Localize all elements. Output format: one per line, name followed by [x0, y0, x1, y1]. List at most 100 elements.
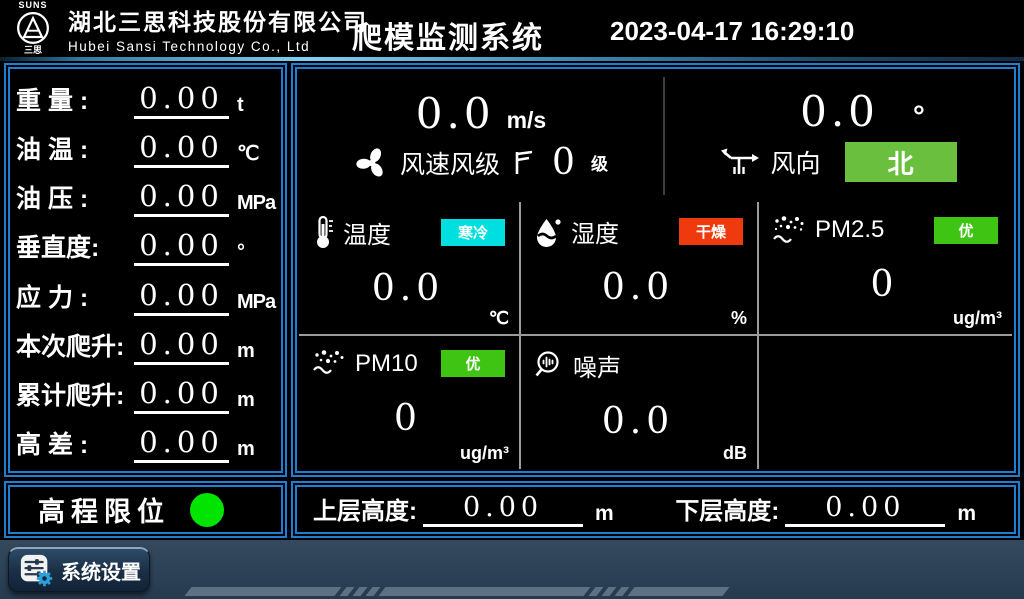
wind-direction-block: 0.0 ° 风向	[663, 71, 1012, 202]
upper-height-unit: m	[595, 502, 614, 529]
lower-height-group: 下层高度: 0.00 m	[675, 491, 976, 529]
lower-height-value: 0.00	[785, 492, 945, 527]
pm10-particles-icon	[311, 348, 347, 380]
settings-gear-icon	[19, 553, 53, 587]
wind-speed-unit: m/s	[507, 107, 547, 134]
metric-value: 0.00	[134, 130, 229, 168]
wind-level-flag-icon	[510, 147, 536, 179]
datetime-display: 2023-04-17 16:29:10	[610, 16, 854, 47]
elevation-limit-status-indicator	[190, 493, 224, 527]
status-badge: 优	[441, 350, 505, 377]
sensor-unit: %	[731, 308, 747, 329]
wind-vane-icon	[718, 145, 760, 179]
metric-value: 0.00	[134, 278, 229, 316]
upper-height-value: 0.00	[423, 492, 583, 527]
sensor-name: 噪声	[573, 348, 621, 383]
status-badge: 寒冷	[441, 219, 505, 246]
metric-unit: t	[237, 94, 275, 121]
sensor-unit: ug/m³	[953, 308, 1002, 329]
sensor-value: 0	[311, 398, 505, 439]
settings-button-label: 系统设置	[61, 556, 141, 585]
metric-label: 累计爬升:	[16, 376, 134, 416]
lower-height-unit: m	[957, 502, 976, 529]
metric-unit: m	[237, 340, 275, 367]
wind-level-unit: 级	[591, 150, 608, 175]
fan-icon	[354, 145, 390, 181]
sensor-name: 湿度	[571, 214, 619, 249]
metric-label: 重 量 :	[16, 81, 134, 121]
footer-bar: 系统设置	[0, 540, 1024, 599]
metric-row-current-climb: 本次爬升: 0.00 m	[16, 321, 275, 367]
header-accent-line	[0, 57, 1024, 61]
metric-value: 0.00	[134, 179, 229, 217]
sensor-value: 0	[771, 264, 998, 305]
metric-value: 0.00	[134, 425, 229, 463]
company-name-block: 湖北三思科技股份有限公司 Hubei Sansi Technology Co.,…	[68, 3, 368, 54]
elevation-limit-label: 高程限位	[38, 490, 170, 529]
wind-direction-compass-box: 北	[845, 142, 957, 182]
footer-decorative-stripes	[188, 587, 726, 596]
sensor-value: 0.0	[311, 268, 505, 309]
metrics-panel: 重 量 : 0.00 t 油 温 : 0.00 ℃ 油 压 : 0.00 MPa…	[4, 63, 287, 477]
company-name-en: Hubei Sansi Technology Co., Ltd	[68, 39, 368, 54]
droplet-icon	[533, 215, 563, 249]
metric-value: 0.00	[134, 81, 229, 119]
metric-row-total-climb: 累计爬升: 0.00 m	[16, 370, 275, 416]
brand: SUNS 三思 湖北三思科技股份有限公司 Hubei Sansi Technol…	[6, 1, 368, 55]
metric-unit: m	[237, 438, 275, 465]
sensor-card-noise: 噪声 0.0 dB	[521, 336, 759, 470]
header: SUNS 三思 湖北三思科技股份有限公司 Hubei Sansi Technol…	[0, 0, 1024, 57]
logo-bottom-text: 三思	[24, 46, 42, 55]
sensor-name: PM10	[355, 350, 418, 378]
company-name-cn: 湖北三思科技股份有限公司	[68, 3, 368, 37]
suns-logo-icon	[15, 10, 51, 46]
system-settings-button[interactable]: 系统设置	[8, 547, 150, 592]
metric-label: 高 差 :	[16, 425, 134, 465]
layer-heights-panel: 上层高度: 0.00 m 下层高度: 0.00 m	[291, 481, 1020, 538]
wind-speed-block: 0.0 m/s 风速风级	[299, 71, 663, 202]
metric-row-oil-pressure: 油 压 : 0.00 MPa	[16, 173, 275, 219]
status-badge: 干燥	[679, 218, 743, 245]
sensor-name: PM2.5	[815, 216, 884, 244]
metric-label: 本次爬升:	[16, 327, 134, 367]
sensor-value: 0.0	[533, 267, 743, 308]
metric-unit: MPa	[237, 291, 275, 318]
metric-label: 油 温 :	[16, 130, 134, 170]
metric-unit: m	[237, 389, 275, 416]
wind-speed-label: 风速风级	[400, 145, 500, 181]
wind-direction-value: 0.0	[800, 91, 879, 133]
metric-row-weight: 重 量 : 0.00 t	[16, 75, 275, 121]
metric-unit: ℃	[237, 141, 275, 170]
metric-label: 垂直度:	[16, 228, 134, 268]
elevation-limit-panel: 高程限位	[4, 481, 287, 538]
metric-unit: °	[237, 241, 275, 268]
sensor-unit: dB	[723, 443, 747, 464]
sensor-card-temperature: 温度 寒冷 0.0 ℃	[299, 202, 521, 336]
wind-section-divider	[663, 77, 665, 195]
pm25-particles-icon	[771, 214, 807, 246]
upper-height-group: 上层高度: 0.00 m	[313, 491, 614, 529]
noise-icon	[533, 349, 565, 381]
upper-height-label: 上层高度:	[313, 491, 417, 529]
company-logo: SUNS 三思	[6, 1, 60, 55]
page-title: 爬模监测系统	[352, 13, 544, 57]
wind-speed-value: 0.0	[416, 93, 495, 135]
climbing-formwork-monitor-screen: SUNS 三思 湖北三思科技股份有限公司 Hubei Sansi Technol…	[0, 0, 1024, 599]
logo-top-text: SUNS	[18, 1, 47, 10]
wind-direction-unit: °	[913, 100, 925, 134]
wind-level-value: 0	[552, 145, 575, 181]
metric-row-height-diff: 高 差 : 0.00 m	[16, 419, 275, 465]
metric-value: 0.00	[134, 327, 229, 365]
sensor-value: 0.0	[533, 401, 743, 442]
sensor-name: 温度	[343, 215, 391, 250]
thermometer-icon	[311, 214, 335, 250]
metric-label: 油 压 :	[16, 179, 134, 219]
lower-height-label: 下层高度:	[675, 491, 779, 529]
sensor-card-humidity: 湿度 干燥 0.0 %	[521, 202, 759, 336]
empty-cell	[759, 336, 1012, 470]
wind-direction-label: 风向	[770, 144, 820, 180]
metric-row-verticality: 垂直度: 0.00 °	[16, 222, 275, 268]
sensor-card-pm10: PM10 优 0 ug/m³	[299, 336, 521, 470]
sensor-unit: ug/m³	[460, 443, 509, 464]
sensor-grid: 温度 寒冷 0.0 ℃ 湿度 干燥	[299, 202, 1012, 469]
